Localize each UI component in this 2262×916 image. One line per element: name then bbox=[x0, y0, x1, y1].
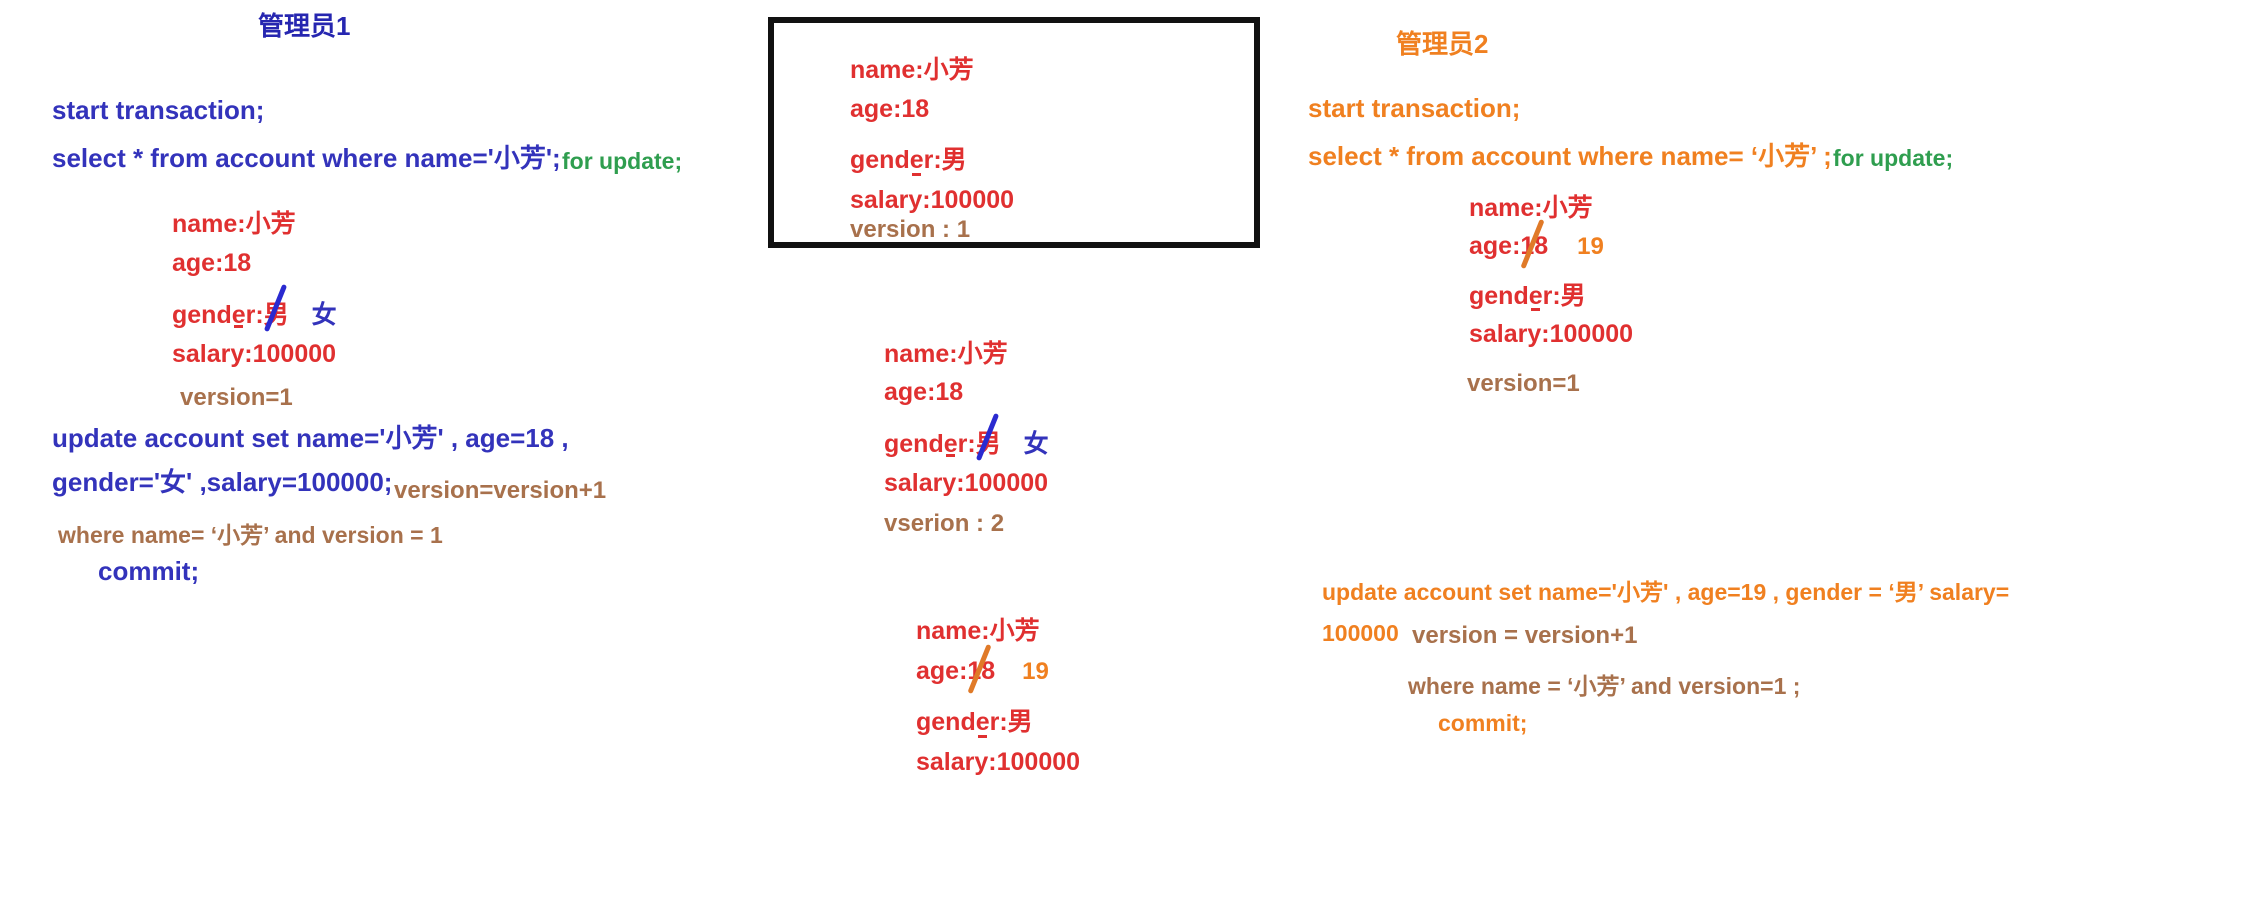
right-result-version: version=1 bbox=[1467, 370, 1580, 397]
center-v2-version: vserion : 2 bbox=[884, 510, 1005, 537]
center-v2-gender-label: gender: bbox=[884, 430, 976, 458]
left-result-version: version=1 bbox=[180, 384, 293, 411]
left-update-version-tail: version=version+1 bbox=[394, 477, 607, 504]
center-v3-age-correction: 19 bbox=[1022, 658, 1049, 685]
left-result-gender-correction: 女 bbox=[311, 301, 337, 329]
center-v3-name: name:小芳 bbox=[916, 617, 1040, 645]
left-result-age: age:18 bbox=[172, 249, 252, 277]
left-result-salary: salary:100000 bbox=[172, 340, 337, 368]
center-v2-mini-dash-mark bbox=[946, 454, 955, 457]
right-result-age-label: age: bbox=[1469, 232, 1521, 260]
center-v3-salary: salary:100000 bbox=[916, 748, 1081, 776]
right-result-age-correction: 19 bbox=[1577, 233, 1604, 260]
right-result-name: name:小芳 bbox=[1469, 194, 1593, 222]
left-start-transaction: start transaction; bbox=[52, 95, 265, 125]
center-v2-age: age:18 bbox=[884, 378, 964, 406]
center-v3-age-label: age: bbox=[916, 657, 968, 685]
right-result-gender: gender:男 bbox=[1469, 282, 1586, 310]
center-v2-gender-correction: 女 bbox=[1023, 430, 1049, 458]
boxed-result-version: version : 1 bbox=[850, 216, 971, 243]
right-result-age-row: age: 18 19 bbox=[1469, 218, 1604, 270]
left-select-statement: select * from account where name='小芳'; bbox=[52, 143, 561, 173]
right-update-where-clause: where name = ‘小芳’ and version=1 ; bbox=[1408, 673, 1801, 699]
right-result-salary: salary:100000 bbox=[1469, 320, 1634, 348]
left-update-where-clause: where name= ‘小芳’ and version = 1 bbox=[58, 522, 443, 548]
left-result-gender-row: gender: 男 女 bbox=[172, 283, 337, 333]
right-mini-dash-mark bbox=[1531, 308, 1540, 311]
left-for-update-clause: for update; bbox=[562, 148, 683, 174]
boxed-result-name: name:小芳 bbox=[850, 56, 974, 84]
left-panel-title: 管理员1 bbox=[258, 11, 351, 41]
right-select-statement: select * from account where name= ‘小芳’ ; bbox=[1308, 141, 1832, 171]
right-start-transaction: start transaction; bbox=[1308, 93, 1521, 123]
right-update-line-1: update account set name='小芳' , age=19 , … bbox=[1322, 579, 2010, 605]
left-result-name: name:小芳 bbox=[172, 210, 296, 238]
center-v3-age-row: age: 18 19 bbox=[916, 643, 1049, 695]
boxed-mini-dash-mark bbox=[912, 173, 921, 176]
right-for-update-clause: for update; bbox=[1833, 145, 1954, 171]
right-panel-title: 管理员2 bbox=[1396, 29, 1489, 59]
boxed-result-gender: gender:男 bbox=[850, 146, 967, 174]
right-commit-statement: commit; bbox=[1438, 710, 1528, 736]
right-update-version-tail: version = version+1 bbox=[1412, 622, 1638, 649]
center-v3-gender: gender:男 bbox=[916, 708, 1033, 736]
center-v2-gender-row: gender: 男 女 bbox=[884, 412, 1049, 462]
boxed-result-salary: salary:100000 bbox=[850, 186, 1015, 214]
left-commit-statement: commit; bbox=[98, 556, 200, 586]
left-update-line-1: update account set name='小芳' , age=18 , bbox=[52, 423, 569, 453]
center-v2-salary: salary:100000 bbox=[884, 469, 1049, 497]
boxed-result-age: age:18 bbox=[850, 95, 930, 123]
center-v2-name: name:小芳 bbox=[884, 340, 1008, 368]
right-update-line-2-prefix: 100000 bbox=[1322, 620, 1399, 646]
center-v3-mini-dash-mark bbox=[978, 735, 987, 738]
left-mini-dash-mark bbox=[234, 325, 243, 328]
left-result-gender-label: gender: bbox=[172, 301, 264, 329]
left-update-line-2: gender='女' ,salary=100000; bbox=[52, 467, 393, 497]
